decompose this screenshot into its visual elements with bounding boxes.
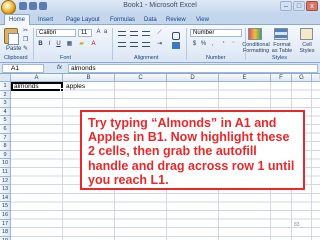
font-name-select[interactable]: Calibri — [36, 29, 76, 37]
slide-number: 83 — [294, 222, 300, 228]
font-size-select[interactable]: 11 — [78, 29, 92, 37]
row-header-15[interactable]: 15 — [0, 202, 11, 211]
borders-icon[interactable]: ▦ — [66, 41, 73, 48]
ribbon-tabs: Home Insert Page Layout Formulas Data Re… — [0, 14, 320, 25]
increase-decimal-icon[interactable]: ⁺ — [220, 41, 227, 48]
column-header-c[interactable]: C — [115, 74, 167, 82]
group-alignment-label: Alignment — [134, 55, 159, 61]
tab-formulas[interactable]: Formulas — [110, 15, 135, 25]
percent-icon[interactable]: % — [200, 41, 207, 48]
row-header-8[interactable]: 8 — [0, 142, 11, 151]
tab-data[interactable]: Data — [144, 15, 157, 25]
formula-bar: A1 fx almonds — [0, 63, 320, 74]
number-format-select[interactable]: Number — [190, 29, 242, 37]
group-separator — [112, 28, 113, 60]
minimize-button[interactable]: – — [280, 1, 292, 11]
title-bar: Book1 - Microsoft Excel – □ x — [0, 0, 320, 15]
shrink-font-icon[interactable]: a — [102, 29, 109, 36]
column-header-f[interactable]: F — [271, 74, 292, 82]
decrease-decimal-icon[interactable]: ⁻ — [230, 41, 237, 48]
ribbon-home: Paste ✂ ❐ ✎ Clipboard Calibri 11 A a B I… — [0, 25, 320, 63]
close-button[interactable]: x — [306, 1, 318, 11]
row-header-9[interactable]: 9 — [0, 150, 11, 160]
underline-button[interactable]: U — [55, 41, 62, 48]
paste-label[interactable]: Paste — [6, 46, 21, 52]
row-header-18[interactable]: 18 — [0, 228, 11, 237]
conditional-formatting-button[interactable]: Conditional Formatting — [240, 42, 272, 54]
group-separator — [186, 28, 187, 60]
comma-icon[interactable]: , — [209, 41, 216, 48]
column-header-g[interactable]: G — [292, 74, 312, 82]
tab-home[interactable]: Home — [4, 14, 31, 25]
row-header-4[interactable]: 4 — [0, 107, 11, 117]
align-middle-icon[interactable] — [130, 31, 138, 36]
row-header-2[interactable]: 2 — [0, 90, 11, 100]
row-header-17[interactable]: 17 — [0, 219, 11, 229]
format-as-table-button[interactable]: Format as Table — [270, 42, 294, 54]
align-top-icon[interactable] — [118, 31, 126, 36]
orientation-icon[interactable]: ⟋ — [156, 30, 163, 37]
fill-color-icon[interactable]: ▰ — [78, 41, 85, 48]
instruction-callout: Try typing “Almonds” in A1 and Apples in… — [80, 110, 305, 190]
column-header-e[interactable]: E — [219, 74, 271, 82]
cell-styles-button[interactable]: Cell Styles — [296, 42, 318, 54]
group-separator — [33, 28, 34, 60]
row-header-14[interactable]: 14 — [0, 193, 11, 203]
column-header-h[interactable]: H — [312, 74, 320, 82]
tab-page-layout[interactable]: Page Layout — [66, 15, 100, 25]
merge-center-icon[interactable] — [172, 42, 180, 49]
window-controls: – □ x — [280, 1, 318, 11]
column-header-d[interactable]: D — [167, 74, 219, 82]
group-clipboard-label: Clipboard — [4, 55, 28, 61]
format-painter-icon[interactable]: ✎ — [22, 46, 29, 53]
currency-icon[interactable]: $ — [191, 41, 198, 48]
row-header-16[interactable]: 16 — [0, 211, 11, 220]
wrap-text-icon[interactable] — [172, 32, 180, 40]
cell-b1[interactable]: apples — [66, 83, 85, 91]
grow-font-icon[interactable]: A — [95, 29, 102, 36]
row-header-1[interactable]: 1 — [0, 82, 11, 91]
tab-review[interactable]: Review — [166, 15, 186, 25]
formula-input[interactable]: almonds — [68, 64, 318, 73]
window-title: Book1 - Microsoft Excel — [123, 2, 197, 9]
autofill-handle[interactable] — [60, 88, 64, 92]
font-color-icon[interactable]: A — [90, 41, 97, 48]
instruction-text: Try typing “Almonds” in A1 and Apples in… — [88, 116, 295, 187]
align-center-icon[interactable] — [130, 42, 138, 47]
column-header-b[interactable]: B — [63, 74, 115, 82]
row-header-10[interactable]: 10 — [0, 159, 11, 168]
cut-icon[interactable]: ✂ — [22, 28, 29, 35]
bold-button[interactable]: B — [37, 41, 44, 48]
name-box[interactable]: A1 — [2, 64, 44, 73]
paste-icon[interactable] — [4, 28, 19, 45]
row-header-5[interactable]: 5 — [0, 116, 11, 125]
group-styles-label: Styles — [272, 55, 287, 61]
align-left-icon[interactable] — [118, 42, 126, 47]
tab-view[interactable]: View — [196, 15, 209, 25]
column-header-a[interactable]: A — [11, 74, 63, 82]
row-header-3[interactable]: 3 — [0, 99, 11, 108]
align-right-icon[interactable] — [142, 42, 150, 47]
align-bottom-icon[interactable] — [142, 31, 150, 36]
maximize-button[interactable]: □ — [293, 1, 305, 11]
indent-icon[interactable]: ⇥ — [156, 41, 163, 48]
row-header-13[interactable]: 13 — [0, 185, 11, 194]
group-number-label: Number — [206, 55, 226, 61]
function-icon[interactable]: fx — [57, 64, 62, 71]
row-header-12[interactable]: 12 — [0, 176, 11, 186]
tab-insert[interactable]: Insert — [38, 15, 53, 25]
copy-icon[interactable]: ❐ — [22, 37, 29, 44]
select-all-corner[interactable] — [0, 74, 11, 82]
cell-styles-icon[interactable] — [300, 28, 313, 40]
row-header-11[interactable]: 11 — [0, 168, 11, 177]
format-as-table-icon[interactable] — [274, 28, 288, 40]
group-font-label: Font — [60, 55, 72, 61]
conditional-formatting-icon[interactable] — [248, 28, 262, 40]
active-cell-selection — [11, 82, 63, 91]
italic-button[interactable]: I — [46, 41, 53, 48]
row-header-6[interactable]: 6 — [0, 125, 11, 134]
row-header-7[interactable]: 7 — [0, 133, 11, 143]
